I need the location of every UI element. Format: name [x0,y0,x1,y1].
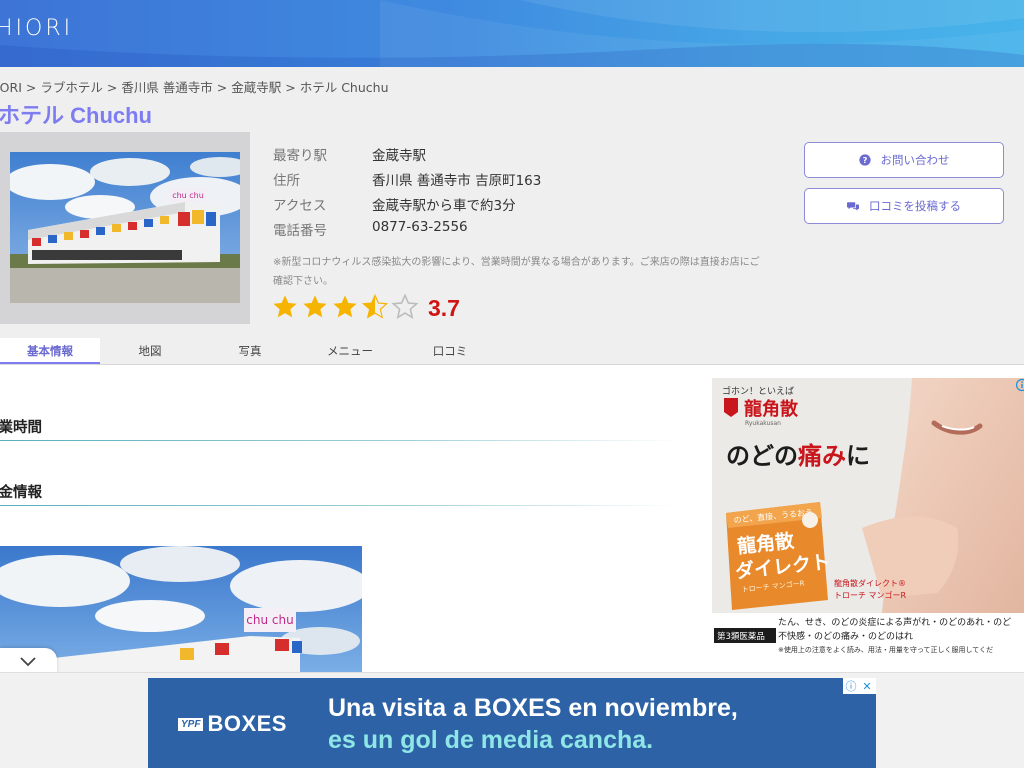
ad-product-caption-1: 龍角散ダイレクト® [834,578,906,588]
post-review-button[interactable]: 口コミを投稿する [804,188,1004,224]
info-value: 金蔵寺駅 [372,148,426,164]
info-value: 香川県 善通寺市 吉原町163 [372,173,542,189]
svg-text:?: ? [862,155,867,165]
tab-map[interactable]: 地図 [100,338,200,365]
header-wave-decoration [0,0,1024,67]
boxes-logo: BOXES [207,711,287,736]
star-full-icon [333,295,357,318]
breadcrumb-item-station[interactable]: 金蔵寺駅 [231,80,281,95]
ad-brand-tag: ゴホン！といえば [722,385,794,397]
breadcrumb-item-city[interactable]: 香川県 善通寺市 [121,80,212,95]
photo-sign-text: chu chu [172,191,204,200]
adchoices-info-icon[interactable] [1015,378,1024,392]
breadcrumb-item-home[interactable]: IORI [0,80,22,95]
ad-controls: ⓘ ✕ [843,678,876,694]
breadcrumb-item-love-hotel[interactable]: ラブホテル [40,80,103,95]
phone-number-link[interactable]: 0877-63-2556 [372,219,468,235]
star-half-icon [361,293,389,319]
section-heading-hours: 営業時間 [0,420,42,436]
inquiry-button-label: お問い合わせ [880,153,950,167]
tab-basic-info[interactable]: 基本情報 [0,338,100,365]
info-value: 金蔵寺駅から車で約3分 [372,198,516,214]
inquiry-button[interactable]: ? お問い合わせ [804,142,1004,178]
ad-creative: ゴホン！といえば 龍角散 Ryukakusan のどの痛みに のど、直接、うるお… [712,378,1024,658]
ad-brand-en: Ryukakusan [745,420,781,427]
ad-claim-1: たん、せき、のどの炎症による声がれ・のどのあれ・のど [778,616,1011,628]
hotel-photo[interactable]: chu chu [10,152,240,303]
ad-brand-logo: YPF BOXES [178,711,287,737]
bottom-banner-ad[interactable]: YPF BOXES Una visita a BOXES en noviembr… [148,678,876,768]
tab-menu[interactable]: メニュー [300,338,400,365]
side-advertisement[interactable]: ゴホン！といえば 龍角散 Ryukakusan のどの痛みに のど、直接、うるお… [712,378,1024,658]
ypf-logo: YPF [178,717,204,731]
ad-brand-name: 龍角散 [744,398,799,420]
section-divider [0,440,680,441]
covid-notice: ※新型コロナウィルス感染拡大の影響により、営業時間が異なる場合があります。ご来店… [273,257,760,287]
star-full-icon [273,295,297,318]
ad-headline-accent: 痛み [798,442,846,470]
close-ad-icon[interactable]: ✕ [859,678,875,694]
tab-divider [0,364,1024,365]
ad-product-caption-2: トローチ マンゴーR [834,590,907,600]
question-circle-icon: ? [858,154,871,166]
star-empty-icon [391,293,419,319]
site-header: HIORI [0,0,1024,67]
section-divider [0,505,680,506]
breadcrumb-separator: > [106,80,118,95]
banner-line-2: es un gol de media cancha. [328,726,654,754]
breadcrumb-separator: > [25,80,37,95]
adchoices-icon[interactable]: ⓘ [843,678,859,694]
ad-category-badge: 第3類医薬品 [717,631,765,642]
ad-headline-pre: のどの [726,442,798,470]
breadcrumb-separator: > [285,80,296,95]
page-title: ホテル Chuchu [0,103,152,128]
breadcrumb-item-current: ホテル Chuchu [299,80,389,95]
section-heading-pricing: 料金情報 [0,485,42,501]
breadcrumb: IORI > ラブホテル > 香川県 善通寺市 > 金蔵寺駅 > ホテル Chu… [0,77,389,96]
ad-claim-2: 不快感・のどの痛み・のどのはれ [778,630,913,642]
info-key: アクセス [273,198,327,214]
ad-headline-post: に [846,442,870,470]
ad-claim-3: ※使用上の注意をよく読み、用法・用量を守って正しく服用してくだ [778,645,993,654]
tab-reviews[interactable]: 口コミ [400,338,500,365]
info-key: 住所 [273,173,300,189]
post-review-button-label: 口コミを投稿する [869,199,961,213]
info-key: 最寄り駅 [273,148,327,164]
breadcrumb-separator: > [216,80,228,95]
info-key: 電話番号 [273,223,327,239]
site-logo[interactable]: HIORI [0,16,73,41]
svg-text:のどの痛みに: のどの痛みに [726,442,870,470]
photo-sign-text: chu chu [246,613,293,627]
star-full-icon [303,295,327,318]
chat-bubbles-icon [847,202,859,211]
tab-bar: 基本情報 地図 写真 メニュー 口コミ [0,338,1024,365]
banner-line-1: Una visita a BOXES en noviembre, [328,694,738,722]
tab-photos[interactable]: 写真 [200,338,300,365]
rating-value: 3.7 [428,295,460,321]
